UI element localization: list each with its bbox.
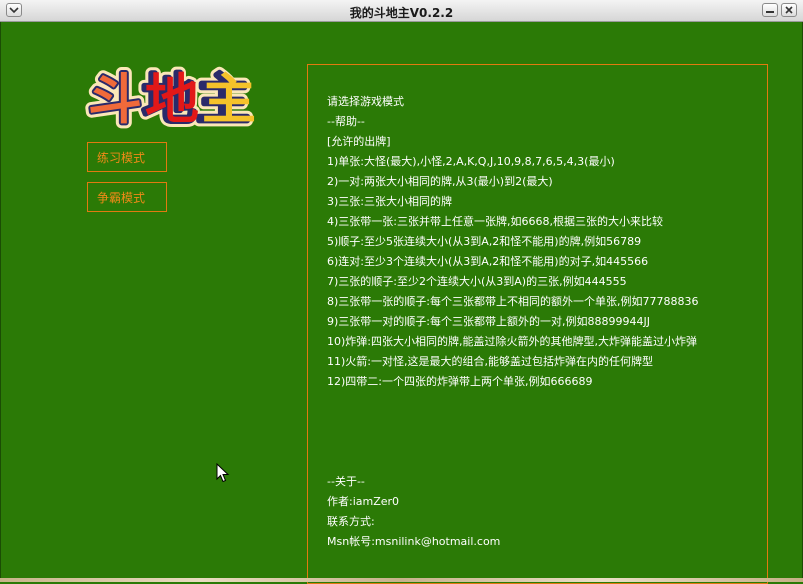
minimize-button[interactable] [762,3,778,17]
rule-line: 3)三张:三张大小相同的牌 [327,195,452,208]
author-line: 作者:iamZer0 [327,495,400,508]
game-window: 斗地主 斗地主 斗 地 主 练习模式 争霸模式 请选择游戏模式 --帮助-- [… [0,22,803,584]
svg-text:主: 主 [202,68,256,131]
rule-line: 2)一对:两张大小相同的牌,从3(最小)到2(最大) [327,175,553,188]
rule-line: 4)三张带一张:三张并带上任意一张牌,如6668,根据三张的大小来比较 [327,215,663,228]
close-icon [785,6,793,14]
rule-line: 7)三张的顺子:至少2个连续大小(从3到A)的三张,例如444555 [327,275,627,288]
rule-line: 6)连对:至少3个连续大小(从3到A,2和怪不能用)的对子,如445566 [327,255,649,268]
rule-line: 11)火箭:一对怪,这是最大的组合,能够盖过包括炸弹在内的任何牌型 [327,355,653,368]
msn-line: Msn帐号:msnilink@hotmail.com [327,535,501,548]
rule-line: 10)炸弹:四张大小相同的牌,能盖过除火箭外的其他牌型,大炸弹能盖过小炸弹 [327,335,697,348]
desktop-edge [0,578,803,582]
rule-line: 8)三张带一张的顺子:每个三张都带上不相同的额外一个单张,例如77788836 [327,295,699,308]
allowed-heading: [允许的出牌] [327,135,391,148]
minimize-icon [766,11,774,13]
svg-text:地: 地 [145,68,199,131]
select-prompt: 请选择游戏模式 [327,95,404,108]
window-title: 我的斗地主V0.2.2 [349,6,454,20]
rule-line: 1)单张:大怪(最大),小怪,2,A,K,Q,J,10,9,8,7,6,5,4,… [327,155,615,168]
about-heading: --关于-- [327,475,365,488]
game-logo: 斗地主 斗地主 斗 地 主 [84,62,274,134]
practice-mode-button[interactable]: 练习模式 [87,142,167,172]
rule-line: 9)三张带一对的顺子:每个三张都带上额外的一对,例如88899944JJ [327,315,650,328]
contact-line: 联系方式: [327,515,375,528]
rule-line: 12)四带二:一个四张的炸弹带上两个单张,例如666689 [327,375,593,388]
info-panel: 请选择游戏模式 --帮助-- [允许的出牌] 1)单张:大怪(最大),小怪,2,… [307,64,768,584]
contest-mode-button[interactable]: 争霸模式 [87,182,167,212]
close-button[interactable] [781,3,797,17]
rule-line: 5)顺子:至少5张连续大小(从3到A,2和怪不能用)的牌,例如56789 [327,235,642,248]
mouse-pointer-icon [216,462,230,487]
svg-text:斗: 斗 [88,68,142,131]
help-heading: --帮助-- [327,115,365,128]
title-bar[interactable]: 我的斗地主V0.2.2 [0,0,803,22]
logo-image: 斗地主 斗地主 斗 地 主 [84,63,256,134]
